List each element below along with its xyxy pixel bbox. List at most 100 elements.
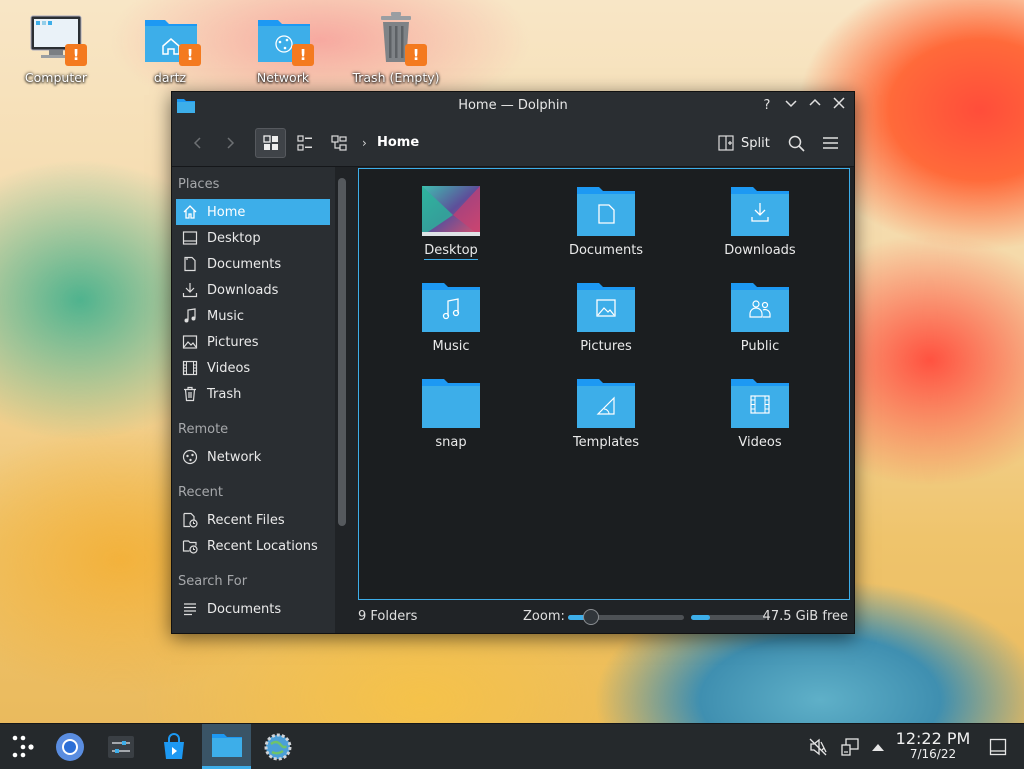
sidebar-item-label: Recent Locations <box>207 538 318 554</box>
taskbar-item-dolphin[interactable] <box>202 724 251 769</box>
sidebar-item-label: Videos <box>207 360 251 376</box>
desktop-folder-icon <box>422 186 480 236</box>
globe-gear-icon <box>264 733 292 760</box>
title-bar[interactable]: Home — Dolphin ? <box>172 92 854 120</box>
search-button[interactable] <box>782 128 810 158</box>
window-title: Home — Dolphin <box>458 98 568 113</box>
triangle-up-icon <box>872 743 884 751</box>
desktop-icon-label: Trash (Empty) <box>352 70 440 85</box>
grid-view-icon <box>262 135 278 150</box>
menu-button[interactable] <box>816 128 844 158</box>
sidebar-item-label: Trash <box>207 386 242 402</box>
sidebar-item-home[interactable]: Home <box>176 199 330 225</box>
taskbar-item-web-browser[interactable] <box>255 724 301 769</box>
desktop-icon-home[interactable]: ! dartz <box>120 10 220 85</box>
launcher-icon <box>12 735 34 757</box>
file-item-music[interactable]: Music <box>376 281 526 354</box>
speaker-muted-icon <box>809 738 827 755</box>
system-tray-expander[interactable] <box>860 724 896 769</box>
computer-icon: ! <box>27 10 87 68</box>
sidebar-item-desktop[interactable]: Desktop <box>176 225 330 251</box>
warning-badge: ! <box>65 44 87 66</box>
compact-view-icon <box>297 135 312 151</box>
sidebar-item-downloads[interactable]: Downloads <box>176 277 330 303</box>
zoom-slider-handle[interactable] <box>583 609 600 625</box>
file-item-documents[interactable]: Documents <box>531 185 681 258</box>
file-name: Documents <box>568 243 644 258</box>
folder-icon <box>422 379 480 428</box>
network-icon <box>182 449 198 465</box>
taskbar-item-browser[interactable] <box>47 724 93 769</box>
taskbar-item-discover[interactable] <box>151 724 197 769</box>
clock-date: 7/16/22 <box>909 747 957 761</box>
desktop-icon-trash[interactable]: ! Trash (Empty) <box>346 10 446 85</box>
disk-usage-fill <box>691 615 710 620</box>
file-name: Public <box>740 339 780 354</box>
file-item-desktop[interactable]: Desktop <box>376 185 526 260</box>
download-icon <box>182 283 198 298</box>
breadcrumb-home[interactable]: Home <box>377 135 419 150</box>
sidebar-item-label: Desktop <box>207 230 261 246</box>
sidebar-item-videos[interactable]: Videos <box>176 355 330 381</box>
close-icon <box>833 97 845 109</box>
desktop-icon-label: dartz <box>153 70 187 85</box>
sidebar-item-network[interactable]: Network <box>176 444 330 470</box>
sidebar-item-search-documents[interactable]: Documents <box>176 596 330 622</box>
sidebar-item-recent-files[interactable]: Recent Files <box>176 507 330 533</box>
file-item-snap[interactable]: snap <box>376 377 526 450</box>
close-button[interactable] <box>829 96 849 116</box>
compact-view-button[interactable] <box>290 128 320 158</box>
file-item-downloads[interactable]: Downloads <box>685 185 835 258</box>
show-desktop-button[interactable] <box>976 724 1020 769</box>
store-bag-icon <box>164 732 184 759</box>
details-view-button[interactable] <box>324 128 354 158</box>
sidebar-item-recent-locations[interactable]: Recent Locations <box>176 533 330 559</box>
icons-view-button[interactable] <box>255 128 286 158</box>
sidebar-item-trash[interactable]: Trash <box>176 381 330 407</box>
back-button[interactable] <box>184 128 212 158</box>
clock-time: 12:22 PM <box>895 729 971 748</box>
split-button[interactable]: Split <box>718 130 770 156</box>
minimize-button[interactable] <box>781 96 801 116</box>
trash-icon: ! <box>367 10 427 68</box>
home-folder-icon: ! <box>141 10 201 68</box>
file-item-templates[interactable]: Templates <box>531 377 681 450</box>
sidebar-item-music[interactable]: Music <box>176 303 330 329</box>
templates-folder-icon <box>577 379 635 428</box>
digital-clock[interactable]: 12:22 PM 7/16/22 <box>892 729 974 761</box>
trash-icon <box>184 386 196 402</box>
settings-sliders-icon <box>108 735 134 758</box>
help-button[interactable]: ? <box>757 96 777 116</box>
file-name: Downloads <box>724 243 796 258</box>
desktop-icon-computer[interactable]: ! Computer <box>6 10 106 85</box>
sidebar-scrollbar[interactable] <box>338 178 346 526</box>
sidebar-item-label: Recent Files <box>207 512 285 528</box>
network-folder-icon: ! <box>254 10 314 68</box>
section-header-places: Places <box>178 177 220 192</box>
sidebar-item-pictures[interactable]: Pictures <box>176 329 330 355</box>
disk-usage-bar <box>691 615 766 620</box>
sidebar-item-label: Documents <box>207 601 282 617</box>
music-folder-icon <box>422 283 480 332</box>
maximize-button[interactable] <box>805 96 825 116</box>
application-launcher[interactable] <box>0 724 46 769</box>
desktop-icon-network[interactable]: ! Network <box>233 10 333 85</box>
folder-count: 9 Folders <box>358 609 418 624</box>
film-icon <box>182 360 198 376</box>
hamburger-menu-icon <box>822 137 838 149</box>
file-name: Pictures <box>580 339 632 354</box>
taskbar-item-system-settings[interactable] <box>98 724 144 769</box>
file-item-pictures[interactable]: Pictures <box>531 281 681 354</box>
file-item-videos[interactable]: Videos <box>685 377 835 450</box>
picture-icon <box>182 335 198 349</box>
sidebar-item-label: Network <box>207 449 262 465</box>
toolbar: › Home Split <box>172 120 854 167</box>
home-icon <box>183 205 197 219</box>
zoom-slider[interactable] <box>568 609 684 625</box>
public-folder-icon <box>731 283 789 332</box>
sidebar-item-documents[interactable]: Documents <box>176 251 330 277</box>
forward-button[interactable] <box>216 128 244 158</box>
file-item-public[interactable]: Public <box>685 281 835 354</box>
file-name: Templates <box>572 435 640 450</box>
file-view[interactable]: Desktop Documents Downloads Music Pictur… <box>358 168 850 600</box>
